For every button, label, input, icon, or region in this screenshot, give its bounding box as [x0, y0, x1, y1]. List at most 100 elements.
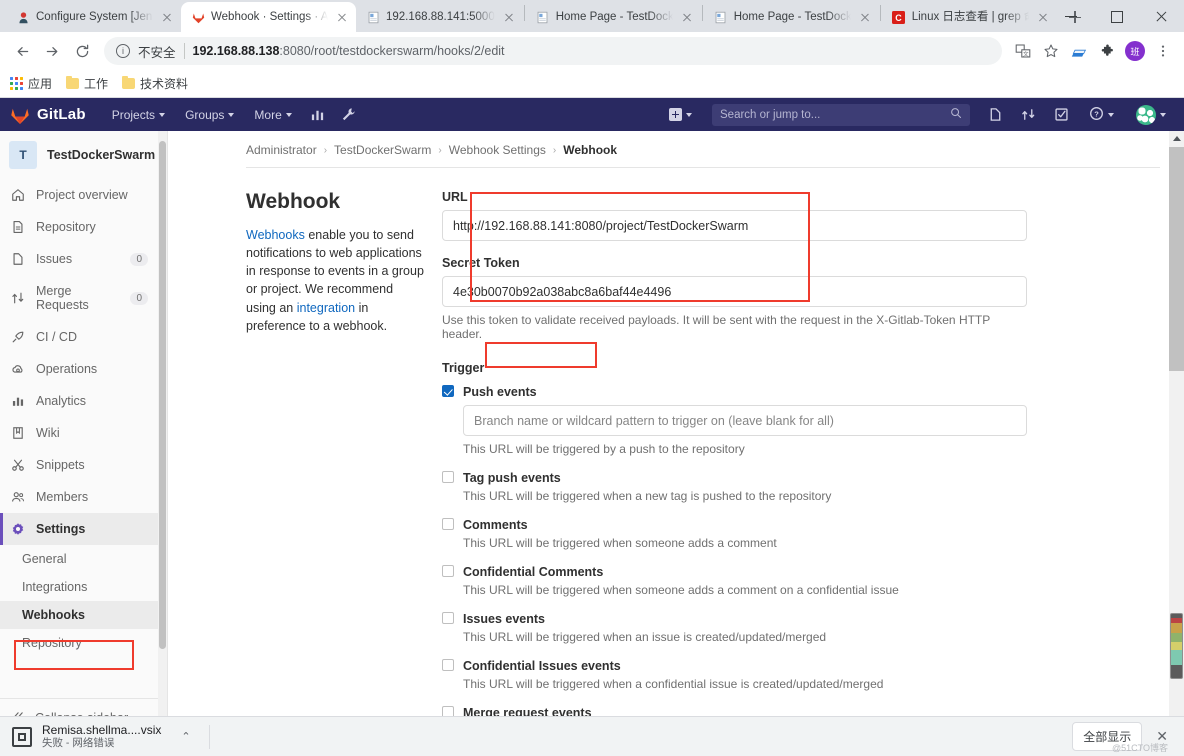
bookmark-star-icon[interactable]: [1038, 38, 1064, 64]
sidebar-item-operations[interactable]: Operations: [0, 353, 158, 385]
scroll-up-arrow[interactable]: [1169, 131, 1184, 146]
back-button[interactable]: [8, 37, 36, 65]
browser-tab-active[interactable]: Webhook · Settings · Ad: [181, 2, 356, 32]
checkbox-row[interactable]: Confidential Issues events This URL will…: [442, 657, 1027, 691]
site-info-icon[interactable]: i: [116, 44, 130, 58]
tab-close-icon[interactable]: [679, 9, 695, 25]
sidebar-scrollbar-track[interactable]: [158, 131, 167, 736]
user-menu-button[interactable]: [1126, 98, 1176, 131]
checkbox-row[interactable]: Comments This URL will be triggered when…: [442, 516, 1027, 550]
branch-filter-input[interactable]: Branch name or wildcard pattern to trigg…: [463, 405, 1027, 436]
browser-tab[interactable]: 192.168.88.141:5000: [356, 2, 523, 32]
search-input[interactable]: Search or jump to...: [712, 103, 970, 126]
tab-close-icon[interactable]: [334, 9, 350, 25]
page-scrollbar-thumb[interactable]: [1169, 147, 1184, 371]
nav-groups[interactable]: Groups: [175, 98, 244, 131]
breadcrumb-separator: ›: [552, 144, 557, 156]
address-bar[interactable]: i 不安全 192.168.88.138:8080/root/testdocke…: [104, 37, 1002, 65]
sidebar-scrollbar-thumb[interactable]: [159, 141, 166, 649]
extension-blue-icon[interactable]: [1066, 38, 1092, 64]
bookmark-apps[interactable]: 应用: [10, 75, 52, 92]
bookmark-tech-docs[interactable]: 技术资料: [122, 75, 188, 92]
translate-icon[interactable]: 文: [1010, 38, 1036, 64]
gitlab-logo[interactable]: GitLab: [10, 105, 86, 125]
puzzle-extensions-icon[interactable]: [1094, 38, 1120, 64]
todos-icon[interactable]: [1046, 98, 1077, 131]
chevron-up-icon[interactable]: ⌃: [181, 730, 190, 743]
sidebar-item-analytics[interactable]: Analytics: [0, 385, 158, 417]
analytics-chart-icon[interactable]: [302, 98, 333, 131]
browser-tab[interactable]: C Linux 日志查看 | grep 命: [881, 2, 1057, 32]
close-window-button[interactable]: [1139, 0, 1184, 32]
chevron-down-icon: [1160, 112, 1166, 117]
browser-tab[interactable]: Configure System [Jenk: [6, 2, 181, 32]
tab-close-icon[interactable]: [159, 9, 175, 25]
sidebar-item-members[interactable]: Members: [0, 481, 158, 513]
issues-icon[interactable]: [980, 98, 1011, 131]
sidebar-subitem-general[interactable]: General: [0, 545, 158, 573]
minimize-button[interactable]: [1049, 0, 1094, 32]
forward-button[interactable]: [38, 37, 66, 65]
project-avatar: T: [9, 141, 37, 169]
sidebar-project-header[interactable]: T TestDockerSwarm: [0, 131, 158, 179]
create-new-button[interactable]: [659, 98, 702, 131]
sidebar-item-project-overview[interactable]: Project overview: [0, 179, 158, 211]
wrench-admin-icon[interactable]: [333, 98, 364, 131]
integration-doc-link[interactable]: integration: [297, 301, 355, 315]
merge-requests-icon[interactable]: [1013, 98, 1044, 131]
tab-close-icon[interactable]: [501, 9, 517, 25]
checkbox-body: Push events: [463, 383, 1027, 401]
url-input[interactable]: http://192.168.88.141:8080/project/TestD…: [442, 210, 1027, 241]
url-path: :8080/root/testdockerswarm/hooks/2/edit: [279, 44, 505, 58]
nav-more[interactable]: More: [244, 98, 301, 131]
folder-icon: [122, 75, 136, 89]
sidebar-item-issues[interactable]: Issues 0: [0, 243, 158, 275]
reload-button[interactable]: [68, 37, 96, 65]
sidebar-item-ci-cd[interactable]: CI / CD: [0, 321, 158, 353]
more-menu-icon[interactable]: [1150, 38, 1176, 64]
confidential-comments-checkbox[interactable]: [442, 565, 454, 577]
nav-projects[interactable]: Projects: [102, 98, 175, 131]
event-label: Confidential Comments: [463, 565, 604, 579]
checkbox-row[interactable]: Issues events This URL will be triggered…: [442, 610, 1027, 644]
sidebar-item-repository[interactable]: Repository: [0, 211, 158, 243]
browser-tab[interactable]: Home Page - TestDocke: [703, 2, 879, 32]
confidential-issues-events-checkbox[interactable]: [442, 659, 454, 671]
sidebar-item-badge: 0: [130, 252, 148, 266]
bookmark-label: 工作: [84, 77, 109, 91]
maximize-button[interactable]: [1094, 0, 1139, 32]
breadcrumb-divider: [246, 167, 1160, 168]
breadcrumb-item-project[interactable]: TestDockerSwarm: [334, 143, 431, 157]
tag-push-events-checkbox[interactable]: [442, 471, 454, 483]
push-events-checkbox[interactable]: [442, 385, 454, 397]
secret-token-input[interactable]: 4e30b0070b92a038abc8a6baf44e4496: [442, 276, 1027, 307]
bookmark-work[interactable]: 工作: [66, 75, 108, 92]
comments-checkbox[interactable]: [442, 518, 454, 530]
scrollbar-minimap[interactable]: [1170, 613, 1183, 679]
sidebar-item-snippets[interactable]: Snippets: [0, 449, 158, 481]
help-button[interactable]: ?: [1079, 98, 1124, 131]
tab-close-icon[interactable]: [857, 9, 873, 25]
chevron-down-icon: [285, 112, 292, 117]
breadcrumb-item-administrator[interactable]: Administrator: [246, 143, 317, 157]
issues-events-checkbox[interactable]: [442, 612, 454, 624]
sidebar-item-label: Wiki: [36, 426, 60, 440]
checkbox-body: Tag push events This URL will be trigger…: [463, 469, 1027, 503]
page-scrollbar-track[interactable]: [1169, 131, 1184, 736]
page-title: Webhook: [246, 190, 341, 213]
sidebar-subitem-webhooks[interactable]: Webhooks: [0, 601, 158, 629]
sidebar-item-wiki[interactable]: Wiki: [0, 417, 158, 449]
breadcrumb-item-webhook-settings[interactable]: Webhook Settings: [449, 143, 546, 157]
browser-tab[interactable]: Home Page - TestDocke: [525, 2, 701, 32]
sidebar-subitem-repository[interactable]: Repository: [0, 629, 158, 657]
sidebar-item-settings[interactable]: Settings: [0, 513, 158, 545]
download-item[interactable]: Remisa.shellma....vsix 失败 - 网络错误 ⌃: [12, 723, 191, 750]
checkbox-row[interactable]: Confidential Comments This URL will be t…: [442, 563, 1027, 597]
checkbox-row[interactable]: Push events: [442, 383, 1027, 401]
search-icon: [950, 107, 962, 122]
webhooks-doc-link[interactable]: Webhooks: [246, 228, 305, 242]
profile-avatar[interactable]: 班: [1122, 38, 1148, 64]
sidebar-subitem-integrations[interactable]: Integrations: [0, 573, 158, 601]
sidebar-item-merge-requests[interactable]: Merge Requests 0: [0, 275, 158, 321]
checkbox-row[interactable]: Tag push events This URL will be trigger…: [442, 469, 1027, 503]
